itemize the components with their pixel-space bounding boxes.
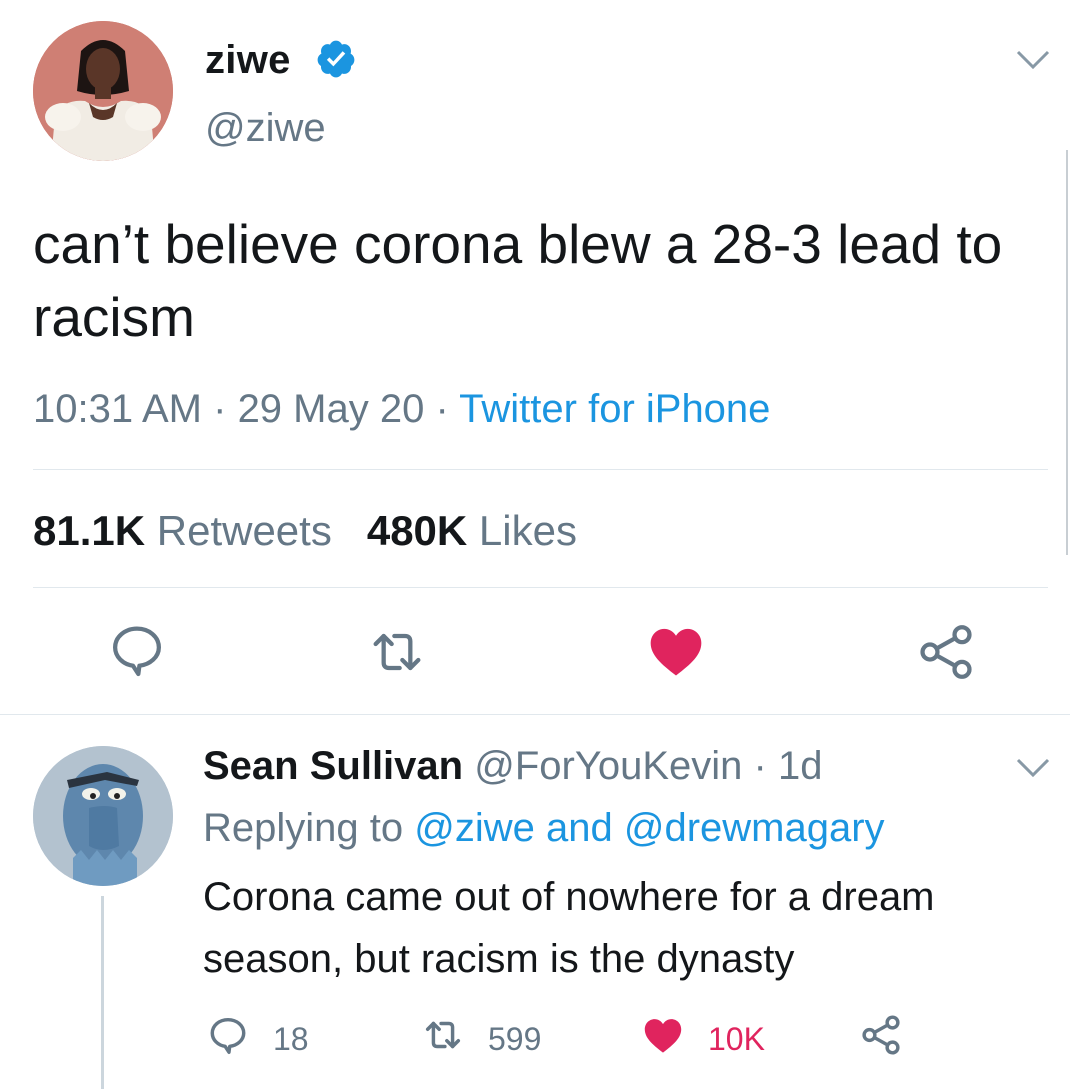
verified-badge-icon	[315, 38, 357, 80]
tweet-text: can’t believe corona blew a 28-3 lead to…	[33, 213, 1003, 348]
author-avatar[interactable]	[33, 21, 173, 161]
chevron-down-icon[interactable]	[1015, 756, 1051, 780]
retweet-icon	[420, 1012, 466, 1066]
divider	[33, 587, 1048, 588]
tweet-meta: 10:31 AM · 29 May 20 · Twitter for iPhon…	[33, 387, 770, 432]
reply-action-retweet[interactable]: 599	[420, 1012, 541, 1066]
reply-handle[interactable]: @ForYouKevin	[474, 744, 742, 788]
likes-stat[interactable]: 480K Likes	[367, 507, 577, 554]
reply-display-name[interactable]: Sean Sullivan	[203, 744, 463, 788]
tweet-source[interactable]: Twitter for iPhone	[459, 387, 770, 431]
replying-user-link[interactable]: @drewmagary	[624, 806, 885, 850]
reply-count: 18	[273, 1020, 309, 1057]
tweet-date[interactable]: 29 May 20	[238, 387, 425, 431]
reply-action-like[interactable]: 10K	[640, 1012, 765, 1066]
reply-icon	[205, 1012, 251, 1066]
likes-count: 480K	[366, 507, 468, 554]
divider	[33, 469, 1048, 470]
retweets-stat[interactable]: 81.1K Retweets	[33, 507, 332, 554]
reply-icon[interactable]	[105, 618, 169, 682]
replying-user-link[interactable]: @ziwe	[414, 806, 535, 850]
tweet-stats: 81.1K Retweets 480K Likes	[33, 507, 577, 555]
heart-icon	[640, 1012, 686, 1066]
reply-action-reply[interactable]: 18	[205, 1012, 309, 1066]
tweet-time[interactable]: 10:31 AM	[33, 387, 202, 431]
replying-to: Replying to @ziwe and @drewmagary	[203, 806, 885, 851]
thread-line	[101, 896, 104, 1089]
author-handle[interactable]: @ziwe	[205, 106, 326, 151]
reply-age[interactable]: 1d	[778, 744, 823, 788]
likes-label: Likes	[478, 507, 577, 554]
retweets-count: 81.1K	[33, 507, 146, 554]
share-icon	[858, 1012, 904, 1066]
like-count: 10K	[708, 1020, 765, 1057]
reply-header: Sean Sullivan @ForYouKevin · 1d	[203, 744, 822, 789]
meta-separator: ·	[424, 387, 460, 431]
replying-prefix: Replying to	[203, 806, 404, 850]
scrollbar[interactable]	[1066, 150, 1068, 555]
retweets-label: Retweets	[156, 507, 332, 554]
share-icon[interactable]	[914, 620, 978, 684]
reply-action-share[interactable]	[858, 1012, 904, 1066]
reply-author-avatar[interactable]	[33, 746, 173, 886]
author-display-name[interactable]: ziwe	[205, 38, 291, 83]
replying-and: and	[546, 806, 613, 850]
retweet-count: 599	[488, 1020, 542, 1057]
heart-icon[interactable]	[644, 619, 708, 683]
meta-separator: ·	[202, 387, 238, 431]
divider	[0, 714, 1070, 715]
reply-text: Corona came out of nowhere for a dream s…	[203, 875, 935, 981]
meta-separator: ·	[742, 744, 778, 788]
retweet-icon[interactable]	[365, 620, 429, 684]
chevron-down-icon[interactable]	[1015, 48, 1051, 72]
